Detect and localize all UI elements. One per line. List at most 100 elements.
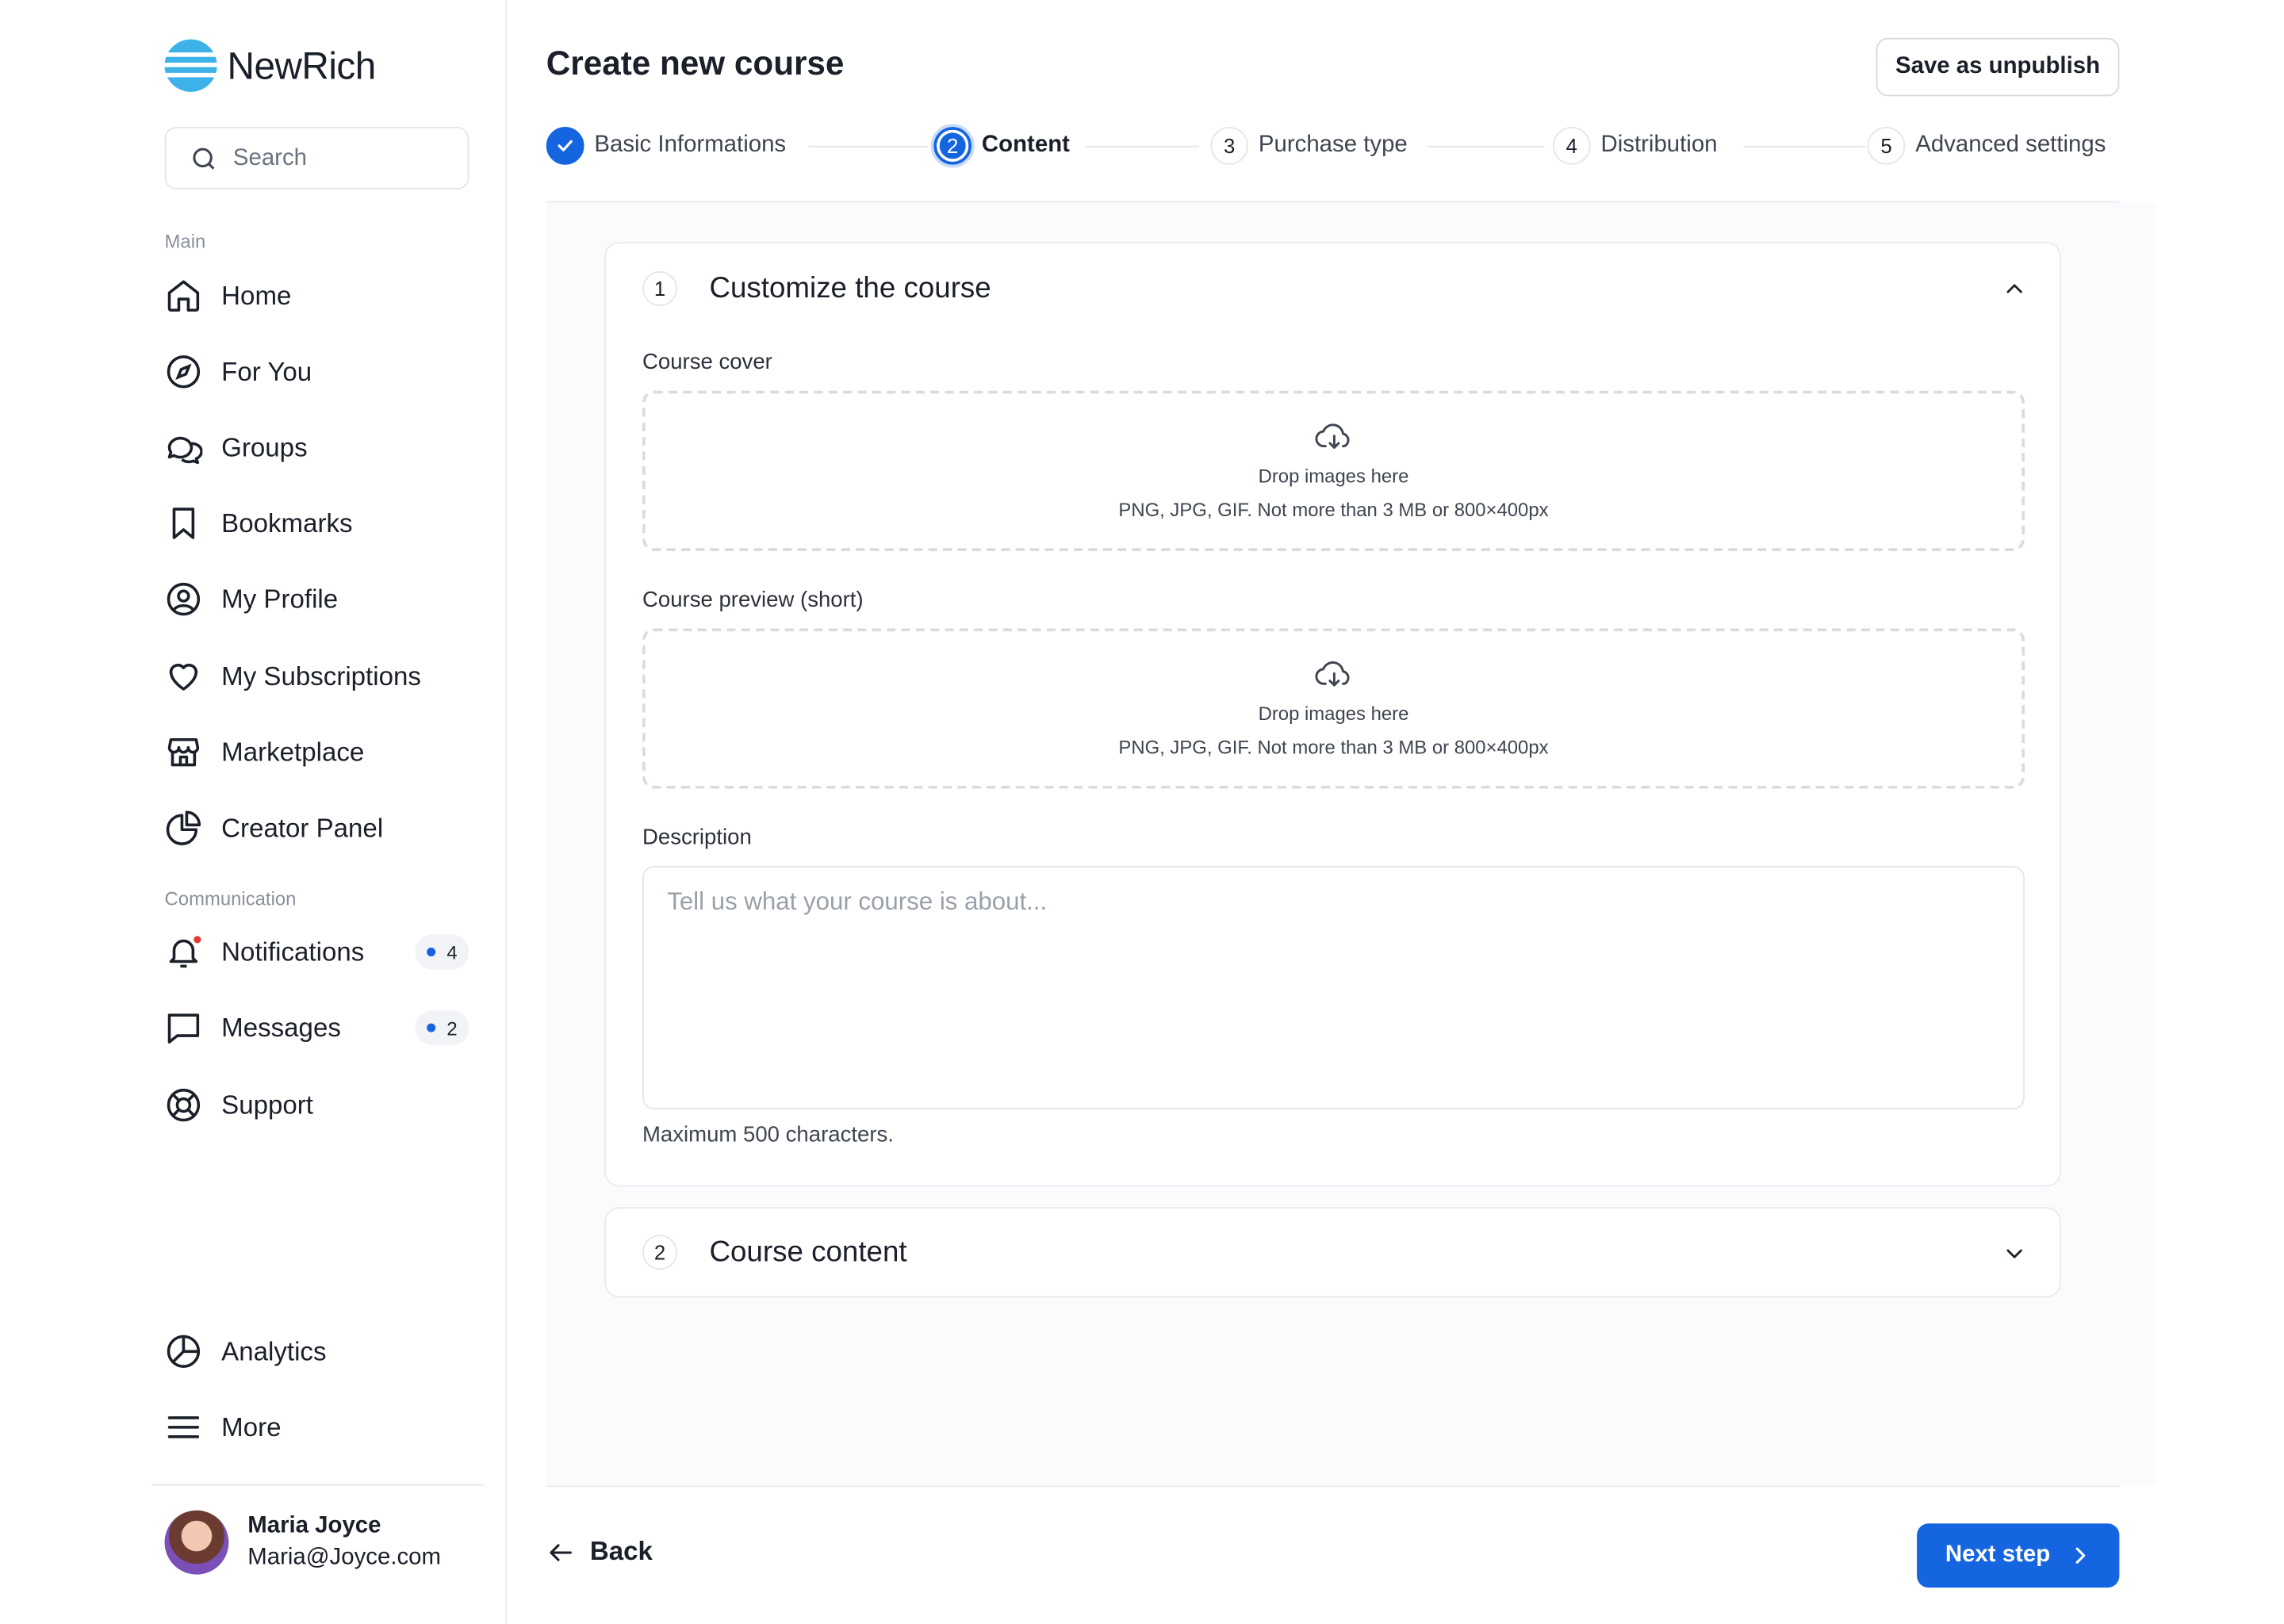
- step-label: Purchase type: [1258, 132, 1408, 158]
- avatar: [164, 1510, 229, 1575]
- section-header[interactable]: 1 Customize the course: [642, 270, 991, 307]
- stepper: Basic Informations 2 Content 3 Purchase …: [546, 124, 2120, 168]
- chat-bubbles-icon: [165, 429, 203, 467]
- chevron-up-icon[interactable]: [2002, 275, 2028, 301]
- footer-divider: [546, 1485, 2120, 1488]
- sidebar: NewRich Main Home For You Groups Bookmar…: [0, 0, 508, 1624]
- step-label: Advanced settings: [1915, 132, 2106, 158]
- chevron-right-icon: [2075, 1547, 2085, 1564]
- page-title: Create new course: [546, 44, 845, 82]
- section-title: Course content: [709, 1235, 907, 1268]
- notification-dot: [192, 934, 203, 945]
- menu-icon: [165, 1408, 203, 1446]
- sidebar-item-label: Home: [221, 280, 292, 310]
- description-hint: Maximum 500 characters.: [642, 1122, 894, 1147]
- description-textarea[interactable]: [642, 866, 2025, 1110]
- sidebar-item-label: Analytics: [221, 1335, 327, 1365]
- section-label-main: Main: [164, 230, 206, 253]
- next-step-button[interactable]: Next step: [1917, 1523, 2120, 1588]
- user-profile[interactable]: Maria Joyce Maria@Joyce.com: [164, 1510, 442, 1575]
- sidebar-item-label: Groups: [221, 432, 308, 462]
- sidebar-item-label: Messages: [221, 1012, 341, 1042]
- sidebar-item-for-you[interactable]: For You: [165, 350, 478, 393]
- section-number: 1: [642, 270, 678, 307]
- back-button[interactable]: Back: [546, 1537, 653, 1568]
- save-as-unpublish-button[interactable]: Save as unpublish: [1876, 37, 2120, 97]
- sidebar-item-messages[interactable]: Messages 2: [165, 1006, 478, 1050]
- store-icon: [165, 733, 203, 772]
- step-number: 3: [1210, 126, 1249, 165]
- bell-icon: [165, 933, 203, 971]
- sidebar-item-home[interactable]: Home: [165, 274, 478, 318]
- step-connector: [1427, 145, 1544, 147]
- chevron-down-icon[interactable]: [2002, 1241, 2028, 1267]
- logo-icon: [164, 39, 217, 92]
- sidebar-item-creator-panel[interactable]: Creator Panel: [165, 806, 478, 850]
- message-icon: [165, 1009, 203, 1047]
- section-number: 2: [642, 1235, 678, 1270]
- cloud-download-icon: [1314, 423, 1349, 449]
- dropzone-hint: PNG, JPG, GIF. Not more than 3 MB or 800…: [1118, 736, 1549, 759]
- sidebar-item-label: My Subscriptions: [221, 661, 421, 691]
- next-step-label: Next step: [1945, 1542, 2051, 1568]
- dropzone-hint: PNG, JPG, GIF. Not more than 3 MB or 800…: [1118, 498, 1549, 521]
- sidebar-item-label: Notifications: [221, 936, 365, 967]
- check-icon: [546, 126, 584, 165]
- step-number: 5: [1867, 126, 1906, 165]
- sidebar-item-marketplace[interactable]: Marketplace: [165, 730, 478, 774]
- step-content[interactable]: 2 Content: [930, 124, 1070, 168]
- sidebar-item-notifications[interactable]: Notifications 4: [165, 930, 478, 974]
- step-distribution[interactable]: 4 Distribution: [1552, 125, 1718, 166]
- search-box[interactable]: [164, 126, 469, 190]
- sidebar-item-label: Bookmarks: [221, 508, 353, 538]
- course-preview-dropzone[interactable]: Drop images here PNG, JPG, GIF. Not more…: [642, 628, 2025, 789]
- sidebar-item-more[interactable]: More: [165, 1405, 478, 1449]
- search-icon: [193, 147, 215, 169]
- course-preview-label: Course preview (short): [642, 587, 864, 613]
- sidebar-item-analytics[interactable]: Analytics: [165, 1330, 478, 1373]
- sidebar-item-label: Support: [221, 1090, 313, 1120]
- notifications-count-badge: 4: [415, 934, 469, 970]
- sidebar-item-label: Creator Panel: [221, 812, 384, 842]
- app-window: NewRich Main Home For You Groups Bookmar…: [0, 0, 2284, 1624]
- course-content-section[interactable]: 2 Course content: [604, 1207, 2061, 1298]
- back-label: Back: [589, 1536, 653, 1566]
- user-email: Maria@Joyce.com: [247, 1545, 442, 1571]
- sidebar-item-groups[interactable]: Groups: [165, 426, 478, 469]
- sidebar-item-support[interactable]: Support: [165, 1083, 478, 1127]
- brand-logo[interactable]: NewRich: [164, 39, 376, 92]
- sidebar-item-label: Marketplace: [221, 737, 365, 767]
- course-cover-label: Course cover: [642, 350, 772, 375]
- arrow-left-icon: [550, 1543, 572, 1561]
- bookmark-icon: [165, 504, 203, 542]
- sidebar-item-label: More: [221, 1411, 282, 1442]
- step-connector: [1085, 145, 1199, 147]
- pie-chart-icon: [165, 809, 203, 847]
- course-cover-dropzone[interactable]: Drop images here PNG, JPG, GIF. Not more…: [642, 390, 2025, 551]
- user-circle-icon: [165, 580, 203, 619]
- description-label: Description: [642, 825, 752, 850]
- compass-icon: [165, 353, 203, 391]
- lifebuoy-icon: [165, 1086, 203, 1124]
- search-input[interactable]: [232, 144, 452, 172]
- sidebar-item-bookmarks[interactable]: Bookmarks: [165, 501, 478, 545]
- step-number: 2: [930, 124, 975, 168]
- section-header[interactable]: 2 Course content: [642, 1235, 907, 1270]
- dropzone-title: Drop images here: [1258, 465, 1409, 488]
- step-basic-informations[interactable]: Basic Informations: [546, 125, 786, 166]
- sidebar-divider: [151, 1484, 484, 1486]
- home-icon: [165, 277, 203, 315]
- step-advanced-settings[interactable]: 5 Advanced settings: [1867, 125, 2106, 166]
- sidebar-item-label: My Profile: [221, 584, 339, 614]
- dropzone-title: Drop images here: [1258, 703, 1409, 725]
- step-label: Content: [981, 132, 1070, 158]
- sidebar-item-label: For You: [221, 356, 312, 386]
- step-label: Distribution: [1600, 132, 1718, 158]
- section-label-communication: Communication: [164, 887, 297, 910]
- sidebar-item-my-subscriptions[interactable]: My Subscriptions: [165, 654, 478, 698]
- step-purchase-type[interactable]: 3 Purchase type: [1210, 125, 1408, 166]
- sidebar-item-my-profile[interactable]: My Profile: [165, 577, 478, 621]
- user-name: Maria Joyce: [247, 1513, 381, 1538]
- heart-icon: [165, 657, 203, 695]
- step-number: 4: [1552, 126, 1591, 165]
